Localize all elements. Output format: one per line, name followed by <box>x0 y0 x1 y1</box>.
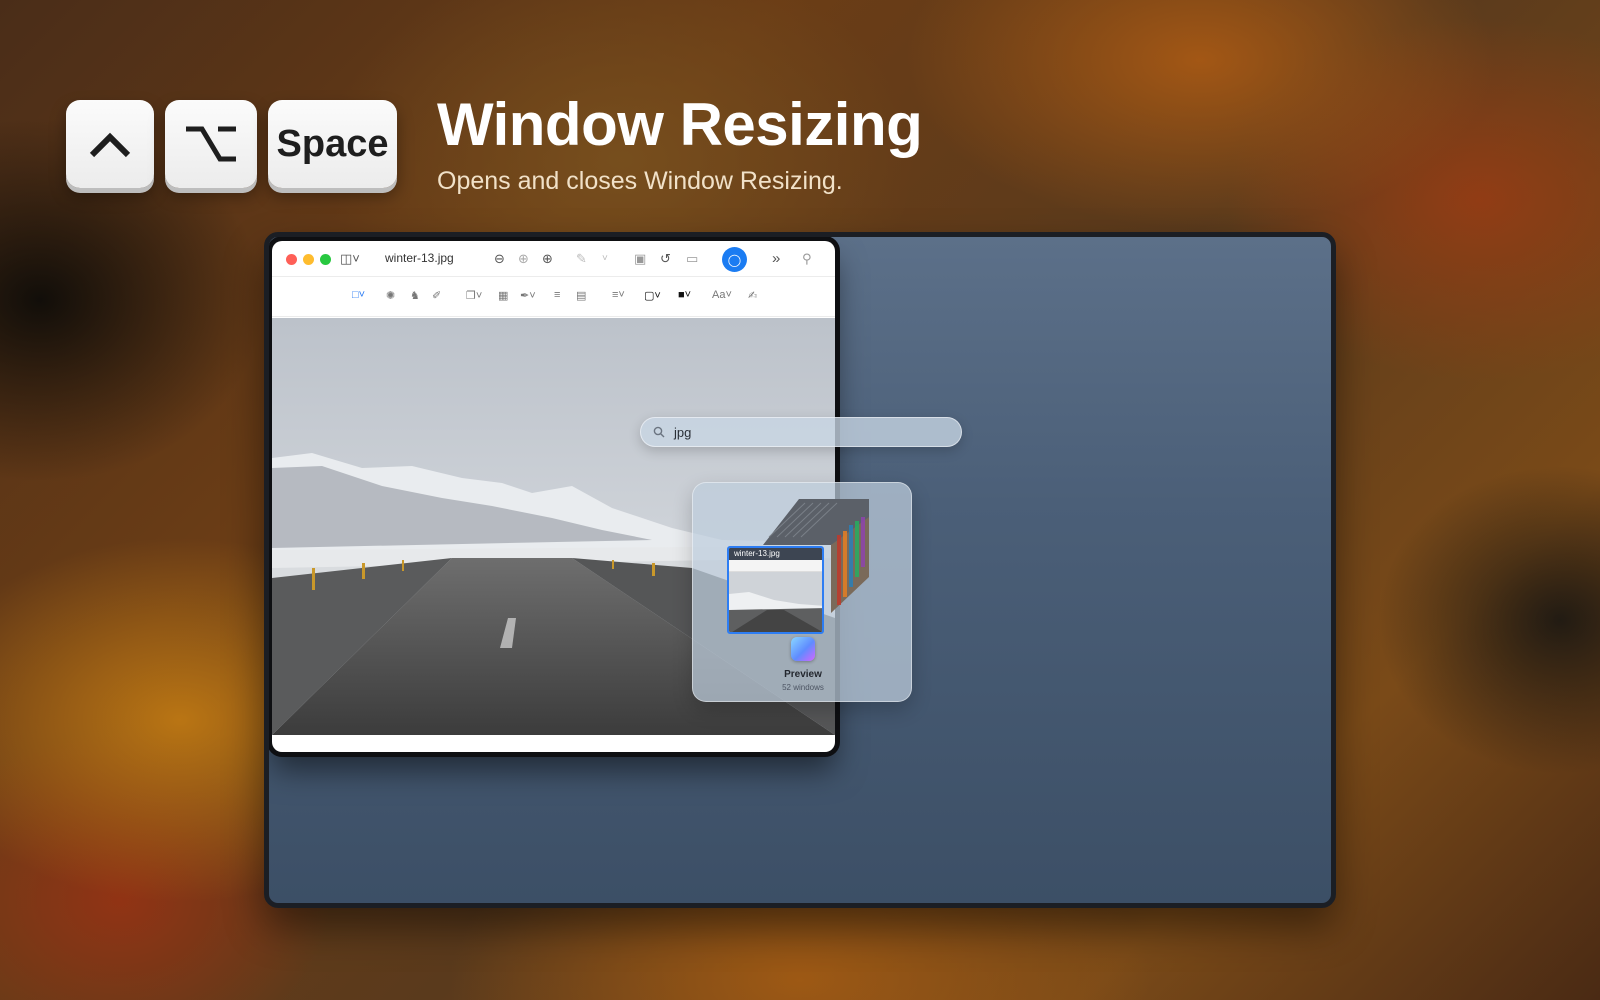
rotate-icon[interactable]: ↺ <box>660 251 671 267</box>
text-style-icon[interactable]: Aa˅ <box>712 289 732 301</box>
header: Window Resizing Opens and closes Window … <box>437 90 923 196</box>
instant-alpha-icon[interactable]: ✺ <box>386 289 395 302</box>
autofill-icon[interactable]: ◯ <box>722 247 747 272</box>
app-name: Preview <box>784 669 822 680</box>
more-icon[interactable]: » <box>772 251 780 267</box>
search-field[interactable]: jpg <box>640 417 962 447</box>
window-toolbar: ◫˅ winter-13.jpg ⊖ ⊕ ⊕ ✎ ˅ ▣ ↺ ▭ ◯ » ⚲ <box>272 241 835 277</box>
page-title: Window Resizing <box>437 91 923 158</box>
page-layout-icon[interactable]: ▤ <box>576 289 586 302</box>
close-button[interactable] <box>286 254 297 265</box>
window-title: winter-13.jpg <box>385 251 454 265</box>
caret-up-icon <box>89 132 131 158</box>
chevron-down-icon[interactable]: ˅ <box>602 251 608 267</box>
page-subtitle: Opens and closes Window Resizing. <box>437 167 843 195</box>
sign-icon[interactable]: ✒˅ <box>520 289 536 302</box>
selection-icon[interactable]: □˅ <box>352 289 365 301</box>
adjust-color-icon[interactable]: ≡ <box>554 289 560 301</box>
markup-pen-icon[interactable]: ✎ <box>576 251 587 267</box>
window-thumbnail[interactable]: winter-13.jpg <box>727 546 824 634</box>
shapes-icon[interactable]: ❐˅ <box>466 289 482 302</box>
thumbnail-photo <box>729 572 822 632</box>
space-key-label: Space <box>276 122 389 165</box>
markup-toolbar: □˅ ✺ ♞ ✐ ❐˅ ▦ ✒˅ ≡ ▤ ≡˅ ▢˅ ■˅ Aa˅ ✍ <box>272 277 835 317</box>
search-query: jpg <box>674 425 692 440</box>
zoom-button[interactable] <box>320 254 331 265</box>
magnifier-icon <box>653 426 665 438</box>
traffic-lights <box>286 254 331 265</box>
notes-icon[interactable]: ✍ <box>748 289 757 302</box>
sidebar-icon[interactable]: ◫˅ <box>340 251 360 267</box>
window-switcher[interactable]: winter-13.jpg Preview 52 windows <box>692 482 912 702</box>
window-count: 52 windows <box>782 683 824 692</box>
zoom-in-icon[interactable]: ⊕ <box>542 251 553 267</box>
preview-app-icon <box>791 637 815 661</box>
desktop-screen: ◫˅ winter-13.jpg ⊖ ⊕ ⊕ ✎ ˅ ▣ ↺ ▭ ◯ » ⚲ □… <box>264 232 1336 908</box>
fill-color-icon[interactable]: ■˅ <box>678 289 691 301</box>
zoom-out-icon[interactable]: ⊖ <box>494 251 505 267</box>
minimize-button[interactable] <box>303 254 314 265</box>
share-icon[interactable]: ▭ <box>686 251 698 267</box>
text-icon[interactable]: ▦ <box>498 289 508 302</box>
sketch-icon[interactable]: ♞ <box>410 289 420 302</box>
line-style-icon[interactable]: ≡˅ <box>612 289 625 301</box>
text-style-label: Aa <box>712 289 726 301</box>
zoom-fit-icon[interactable]: ⊕ <box>518 251 529 267</box>
shortcut-keys: Space <box>66 100 397 188</box>
control-key <box>66 100 154 188</box>
draw-icon[interactable]: ✐ <box>432 289 441 302</box>
border-color-icon[interactable]: ▢˅ <box>644 289 661 302</box>
thumbnail-title: winter-13.jpg <box>729 548 822 560</box>
search-icon[interactable]: ⚲ <box>802 251 812 267</box>
option-key-icon <box>186 126 236 162</box>
thumbnail-toolbar <box>729 560 822 572</box>
option-key <box>165 100 257 188</box>
space-key: Space <box>268 100 397 188</box>
crop-icon[interactable]: ▣ <box>634 251 646 267</box>
